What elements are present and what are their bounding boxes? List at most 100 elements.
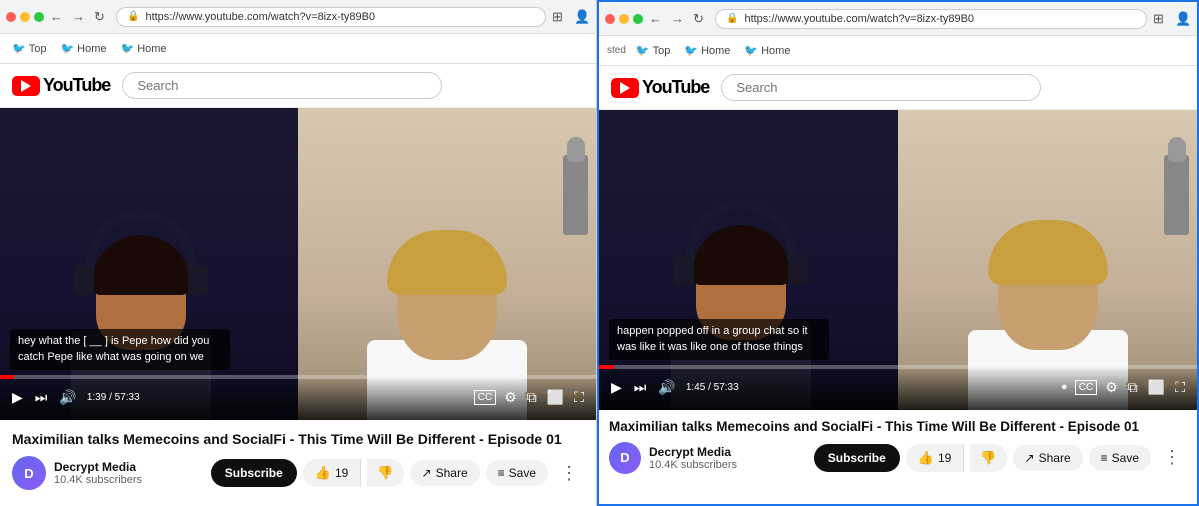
- right-profile-icon[interactable]: 👤: [1175, 11, 1191, 27]
- right-search-input[interactable]: [721, 74, 1041, 101]
- left-address-bar[interactable]: 🔒 https://www.youtube.com/watch?v=8izx-t…: [116, 7, 546, 27]
- right-progress-bar-container[interactable]: [599, 365, 1197, 369]
- right-minimize-dot[interactable]: [619, 14, 629, 24]
- left-settings-button[interactable]: ⚙: [502, 387, 519, 408]
- left-channel-actions: Subscribe 👍 19 👎 ↗ Share ≡ Save: [211, 459, 584, 487]
- right-video-container[interactable]: ST. TROPEZ happen popped off in a group …: [599, 110, 1197, 410]
- right-more-button[interactable]: ⋮: [1157, 445, 1187, 470]
- left-search-input[interactable]: [122, 72, 442, 99]
- maximize-dot[interactable]: [34, 12, 44, 22]
- right-twitter-icon-3: 🐦: [744, 44, 758, 57]
- right-dislike-button[interactable]: 👎: [970, 444, 1006, 472]
- profile-icon[interactable]: 👤: [574, 9, 590, 25]
- headphone-ear-l: [74, 265, 94, 295]
- left-more-button[interactable]: ⋮: [554, 461, 584, 486]
- right-forward-button[interactable]: →: [671, 11, 687, 27]
- right-fullscreen-button[interactable]: ⛶: [1173, 377, 1187, 398]
- right-nav-label: sted: [607, 45, 626, 56]
- right-yt-content: ST. TROPEZ happen popped off in a group …: [599, 110, 1197, 504]
- extensions-icon[interactable]: ⊞: [552, 9, 568, 25]
- right-twitter-home-link-1[interactable]: 🐦 Home: [680, 42, 734, 59]
- left-next-button[interactable]: ⏭: [33, 387, 50, 408]
- right-close-dot[interactable]: [605, 14, 615, 24]
- right-share-button[interactable]: ↗ Share: [1013, 445, 1083, 471]
- forward-button[interactable]: →: [72, 9, 88, 25]
- left-browser-window: ← → ↻ 🔒 https://www.youtube.com/watch?v=…: [0, 0, 597, 506]
- face-right: [397, 240, 497, 360]
- right-twitter-top-link[interactable]: 🐦 Top: [632, 42, 674, 59]
- right-back-button[interactable]: ←: [649, 11, 665, 27]
- left-video-container[interactable]: ST. TROPEZ hey what the [ __ ] is Pepe h…: [0, 108, 596, 420]
- left-url: https://www.youtube.com/watch?v=8izx-ty8…: [145, 11, 375, 23]
- window-controls: [6, 12, 44, 22]
- right-record-button[interactable]: ⏺: [1060, 380, 1069, 395]
- left-video-controls[interactable]: ▶ ⏭ 🔊 1:39 / 57:33 CC ⚙ ⧉ ⬜ ⛶: [0, 375, 596, 420]
- right-yt-logo-text: YouTube: [642, 77, 709, 98]
- right-cc-button[interactable]: CC: [1075, 380, 1097, 395]
- right-browser-window: ← → ↻ 🔒 https://www.youtube.com/watch?v=…: [597, 0, 1199, 506]
- right-share-icon: ↗: [1025, 451, 1035, 465]
- headphones-arc: [86, 210, 196, 270]
- right-channel-name[interactable]: Decrypt Media: [649, 445, 806, 459]
- right-reload-button[interactable]: ↻: [693, 11, 709, 27]
- left-dislike-button[interactable]: 👎: [367, 459, 403, 487]
- lock-icon: 🔒: [127, 11, 139, 22]
- right-home-link-label-1: Home: [701, 45, 730, 57]
- right-twitter-home-link-2[interactable]: 🐦 Home: [740, 42, 794, 59]
- right-progress-fill: [599, 365, 614, 369]
- left-channel-avatar[interactable]: D: [12, 456, 46, 490]
- twitter-top-link-left[interactable]: 🐦 Top: [8, 40, 50, 57]
- right-lock-icon: 🔒: [726, 13, 738, 24]
- twitter-home-link-left-2[interactable]: 🐦 Home: [117, 40, 171, 57]
- right-theater-button[interactable]: ⬜: [1146, 377, 1167, 398]
- right-next-button[interactable]: ⏭: [632, 377, 649, 398]
- left-subscribe-button[interactable]: Subscribe: [211, 459, 297, 487]
- left-play-button[interactable]: ▶: [10, 387, 25, 408]
- close-dot[interactable]: [6, 12, 16, 22]
- right-headphones-arc: [686, 200, 796, 260]
- right-like-button[interactable]: 👍 19: [906, 444, 965, 472]
- left-share-button[interactable]: ↗ Share: [410, 460, 480, 486]
- right-miniplayer-button[interactable]: ⧉: [1126, 377, 1140, 398]
- right-address-bar[interactable]: 🔒 https://www.youtube.com/watch?v=8izx-t…: [715, 9, 1147, 29]
- left-ctrl-right: CC ⚙ ⧉ ⬜ ⛶: [474, 387, 586, 408]
- left-theater-button[interactable]: ⬜: [545, 387, 566, 408]
- left-save-button[interactable]: ≡ Save: [486, 460, 548, 486]
- right-hair-blonde: [988, 220, 1108, 285]
- right-extensions-icon[interactable]: ⊞: [1153, 11, 1169, 27]
- back-button[interactable]: ←: [50, 9, 66, 25]
- yt-logo-icon: [12, 76, 40, 96]
- left-channel-name[interactable]: Decrypt Media: [54, 460, 203, 474]
- right-channel-row: D Decrypt Media 10.4K subscribers Subscr…: [609, 442, 1187, 474]
- right-window-controls: [605, 14, 643, 24]
- left-yt-header: YouTube: [0, 64, 596, 108]
- left-like-button[interactable]: 👍 19: [303, 459, 362, 487]
- left-like-count: 19: [335, 466, 348, 480]
- right-maximize-dot[interactable]: [633, 14, 643, 24]
- twitter-home-link-left-1[interactable]: 🐦 Home: [56, 40, 110, 57]
- left-miniplayer-button[interactable]: ⧉: [525, 387, 539, 408]
- mic-head: [567, 137, 585, 162]
- left-progress-bar-container[interactable]: [0, 375, 596, 379]
- right-subscribe-button[interactable]: Subscribe: [814, 444, 900, 472]
- right-like-count: 19: [938, 451, 951, 465]
- reload-button[interactable]: ↻: [94, 9, 110, 25]
- left-volume-button[interactable]: 🔊: [57, 387, 78, 408]
- right-video-controls[interactable]: ▶ ⏭ 🔊 1:45 / 57:33 ⏺ CC ⚙ ⧉ ⬜ ⛶: [599, 365, 1197, 410]
- left-cc-button[interactable]: CC: [474, 390, 496, 405]
- left-video-left-half: [0, 108, 298, 420]
- right-yt-logo[interactable]: YouTube: [611, 77, 709, 98]
- minimize-dot[interactable]: [20, 12, 30, 22]
- right-play-button[interactable]: ▶: [609, 377, 624, 398]
- right-save-button[interactable]: ≡ Save: [1089, 445, 1151, 471]
- left-fullscreen-button[interactable]: ⛶: [572, 387, 586, 408]
- twitter-icon-2: 🐦: [60, 42, 74, 55]
- hair-blonde: [387, 230, 507, 295]
- right-home-link-label-2: Home: [761, 45, 790, 57]
- right-volume-button[interactable]: 🔊: [656, 377, 677, 398]
- right-channel-avatar[interactable]: D: [609, 442, 641, 474]
- right-channel-info: Decrypt Media 10.4K subscribers: [649, 445, 806, 471]
- right-time-display: 1:45 / 57:33: [686, 382, 739, 393]
- left-yt-logo[interactable]: YouTube: [12, 75, 110, 96]
- right-settings-button[interactable]: ⚙: [1103, 377, 1120, 398]
